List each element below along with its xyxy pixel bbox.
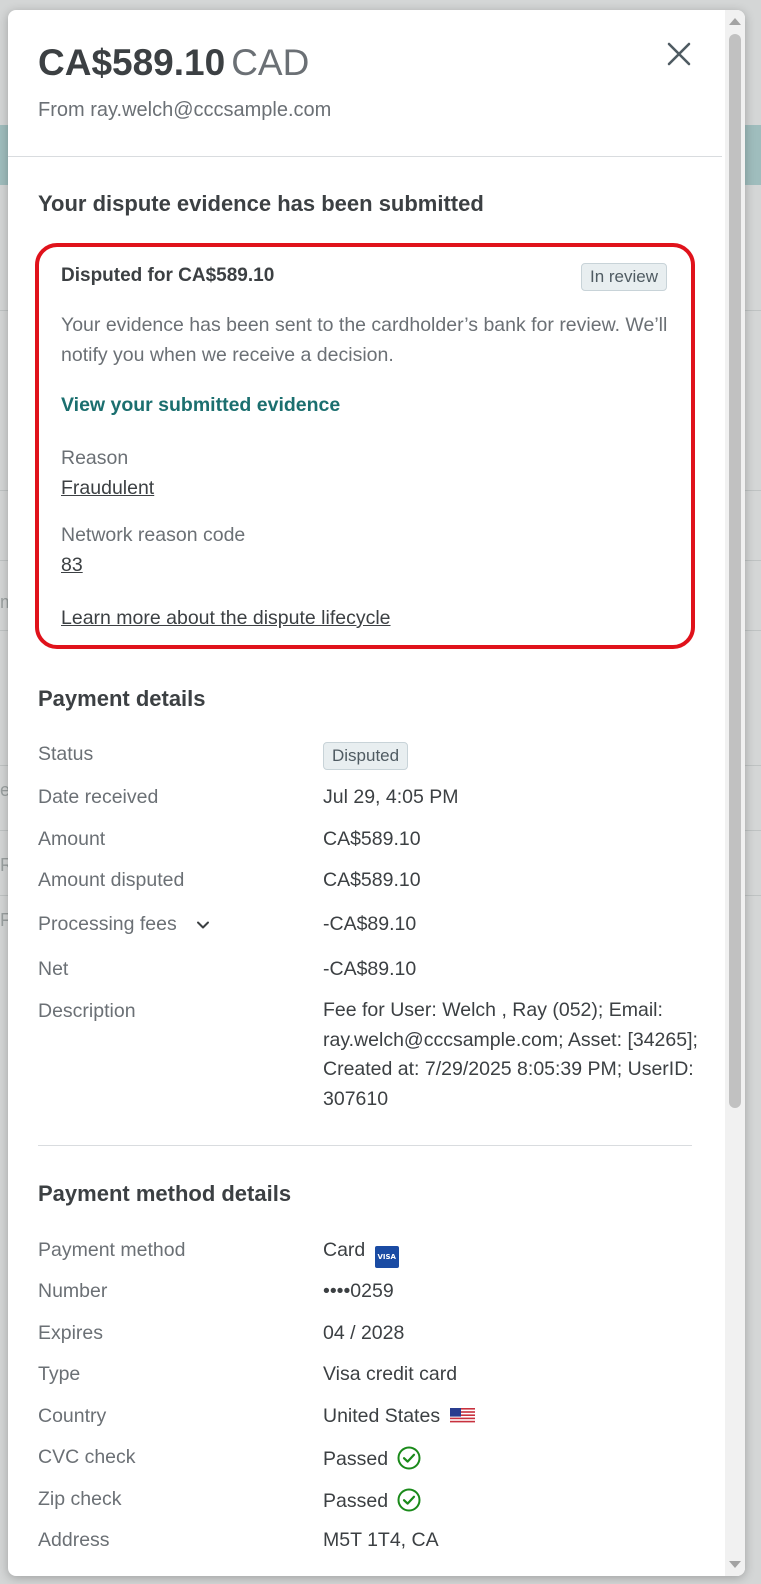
address-label: Address xyxy=(38,1529,110,1551)
reason-label: Reason xyxy=(61,447,129,469)
amount-label: Amount xyxy=(38,828,106,850)
check-circle-icon xyxy=(397,1446,421,1470)
network-code-value-link[interactable]: 83 xyxy=(61,554,83,577)
chevron-down-icon[interactable] xyxy=(196,918,210,932)
card-number-value: ••••0259 xyxy=(323,1280,394,1302)
net-label: Net xyxy=(38,958,69,980)
close-icon xyxy=(667,42,691,66)
processing-fees-toggle[interactable]: Processing fees xyxy=(38,913,210,936)
section-divider xyxy=(38,1145,692,1146)
cvc-check-label: CVC check xyxy=(38,1446,136,1468)
amount-disputed-label: Amount disputed xyxy=(38,869,185,891)
description-value: Fee for User: Welch , Ray (052); Email: … xyxy=(323,999,698,1110)
scroll-up-arrow-icon[interactable] xyxy=(729,18,741,25)
dispute-description: Your evidence has been sent to the cardh… xyxy=(61,314,668,366)
date-received-label: Date received xyxy=(38,786,159,808)
card-type-label: Type xyxy=(38,1363,81,1385)
expires-value: 04 / 2028 xyxy=(323,1322,405,1344)
country-label: Country xyxy=(38,1405,107,1427)
status-label: Status xyxy=(38,743,94,765)
us-flag-icon xyxy=(449,1408,475,1424)
payment-method-label: Payment method xyxy=(38,1239,186,1261)
visa-icon: VISA xyxy=(374,1246,399,1268)
payment-method-title: Payment method details xyxy=(38,1181,292,1206)
dispute-amount-title: Disputed for CA$589.10 xyxy=(61,265,275,286)
cvc-check-value: Passed xyxy=(323,1448,389,1470)
payment-method-value-row: Card VISA xyxy=(323,1239,399,1268)
net-value: -CA$89.10 xyxy=(323,958,417,980)
scroll-down-arrow-icon[interactable] xyxy=(729,1561,741,1568)
date-received-value: Jul 29, 4:05 PM xyxy=(323,786,459,808)
currency-code: CAD xyxy=(231,42,310,83)
in-review-badge: In review xyxy=(581,263,668,291)
expires-label: Expires xyxy=(38,1322,104,1344)
description-label: Description xyxy=(38,1000,136,1022)
card-type-value: Visa credit card xyxy=(323,1363,458,1385)
customer-email-line: From ray.welch@cccsample.com xyxy=(38,99,332,121)
learn-more-link[interactable]: Learn more about the dispute lifecycle xyxy=(61,607,391,630)
network-code-label: Network reason code xyxy=(61,524,246,546)
processing-fees-value: -CA$89.10 xyxy=(323,913,417,935)
zip-check-label: Zip check xyxy=(38,1488,122,1510)
address-value: M5T 1T4, CA xyxy=(323,1529,439,1551)
country-value-row: United States xyxy=(323,1405,475,1428)
dispute-section-title: Your dispute evidence has been submitted xyxy=(38,191,484,216)
processing-fees-label: Processing fees xyxy=(38,913,177,935)
check-circle-icon xyxy=(397,1488,421,1512)
country-value: United States xyxy=(323,1405,441,1427)
reason-value-link[interactable]: Fraudulent xyxy=(61,477,154,500)
payment-method-value: Card xyxy=(323,1239,366,1261)
payment-detail-panel: CA$589.10 CAD From ray.welch@cccsample.co… xyxy=(8,10,745,1576)
view-evidence-link[interactable]: View your submitted evidence xyxy=(61,394,340,417)
amount-value: CA$589.10 xyxy=(323,828,421,850)
zip-check-value: Passed xyxy=(323,1490,389,1512)
dispute-card: Disputed for CA$589.10 In review Your ev… xyxy=(35,243,695,649)
panel-header: CA$589.10 CAD From ray.welch@cccsample.co… xyxy=(8,10,722,157)
card-number-label: Number xyxy=(38,1280,108,1302)
scrollbar[interactable] xyxy=(725,10,745,1576)
scrollbar-thumb[interactable] xyxy=(729,34,741,1108)
payment-details-title: Payment details xyxy=(38,686,206,711)
payment-amount-title: CA$589.10 CAD xyxy=(38,42,309,84)
cvc-check-value-row: Passed xyxy=(323,1446,421,1471)
amount-value: CA$589.10 xyxy=(38,42,226,83)
close-button[interactable] xyxy=(663,38,695,70)
zip-check-value-row: Passed xyxy=(323,1488,421,1513)
disputed-status-badge: Disputed xyxy=(323,742,409,770)
amount-disputed-value: CA$589.10 xyxy=(323,869,421,891)
